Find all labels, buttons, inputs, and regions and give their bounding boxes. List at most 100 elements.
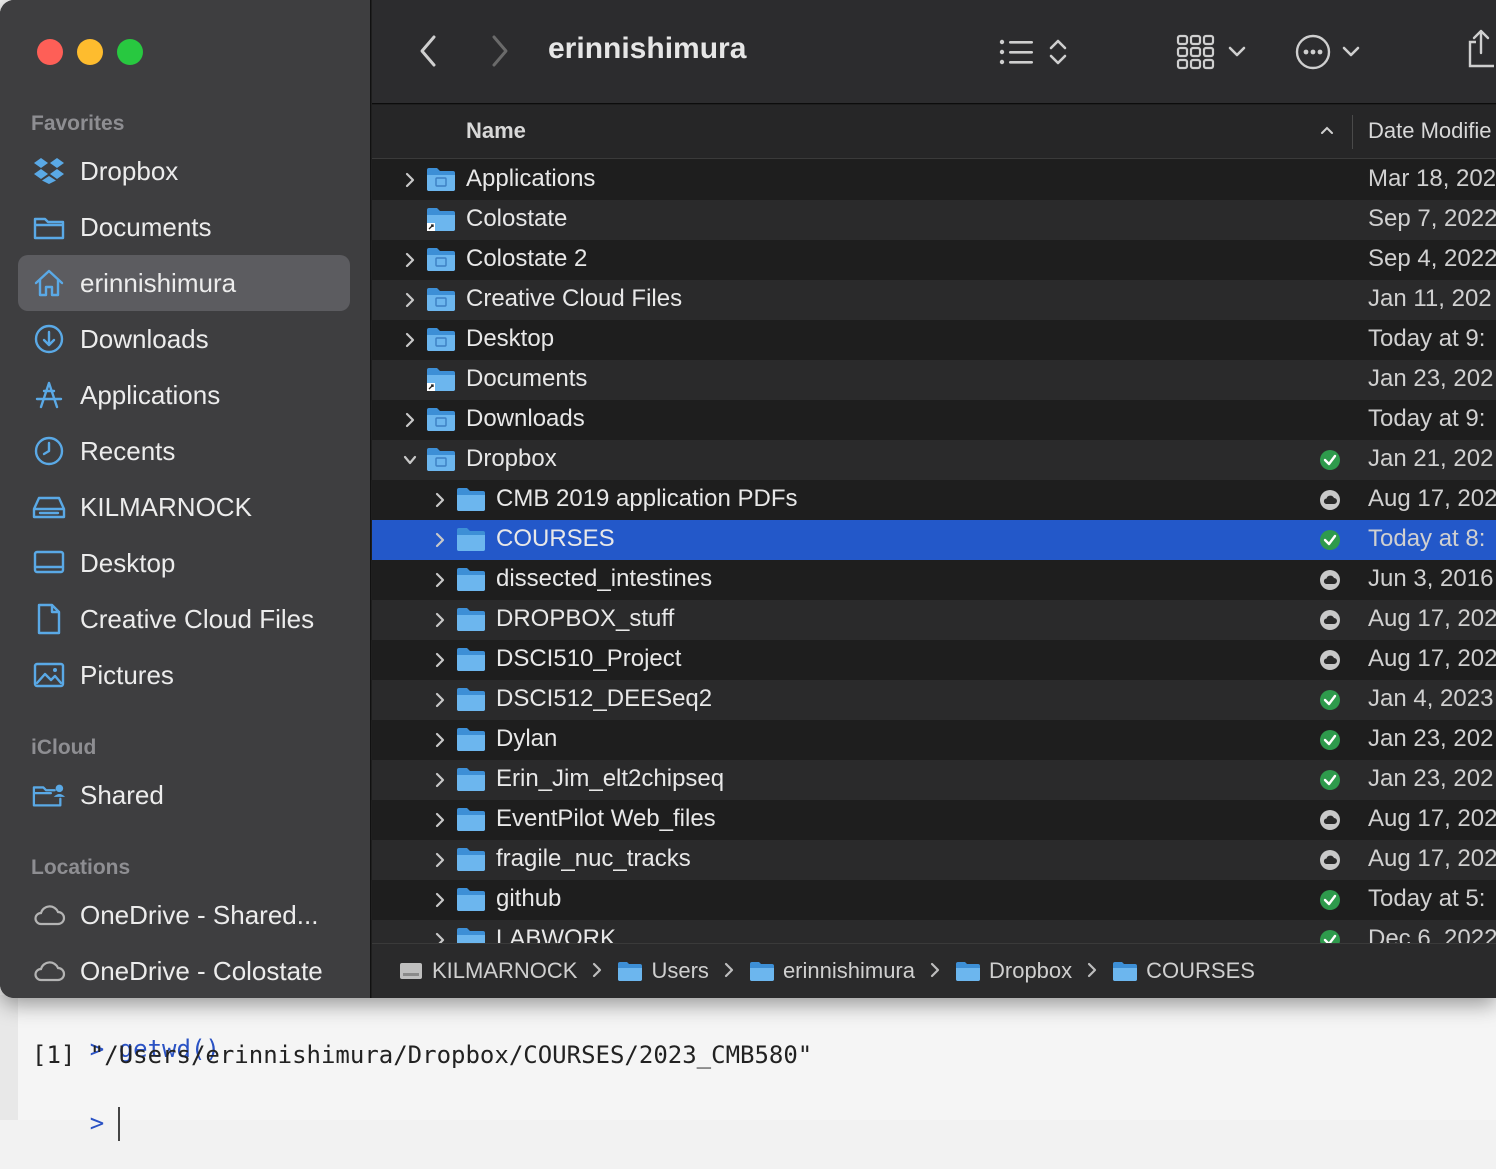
- sidebar-item-downloads[interactable]: Downloads: [18, 311, 350, 367]
- table-row[interactable]: EventPilot Web_files Aug 17, 202: [372, 800, 1496, 840]
- chevron-down-icon[interactable]: [402, 452, 418, 468]
- chevron-right-icon[interactable]: [402, 292, 418, 308]
- zoom-button[interactable]: [117, 39, 143, 65]
- folder-icon: [426, 286, 456, 312]
- table-row[interactable]: LABWORK Dec 6, 2022: [372, 920, 1496, 943]
- chevron-right-icon[interactable]: [432, 532, 448, 548]
- file-name: github: [496, 885, 562, 912]
- name-column-header[interactable]: Name: [466, 118, 526, 144]
- sidebar-item-creative-cloud-files[interactable]: Creative Cloud Files: [18, 591, 350, 647]
- table-row[interactable]: Creative Cloud Files Jan 11, 202: [372, 280, 1496, 320]
- table-row[interactable]: Applications Mar 18, 202: [372, 160, 1496, 200]
- path-item-courses[interactable]: COURSES: [1112, 958, 1255, 984]
- table-row[interactable]: fragile_nuc_tracks Aug 17, 202: [372, 840, 1496, 880]
- pictures-icon: [32, 658, 66, 692]
- chevron-right-icon[interactable]: [432, 772, 448, 788]
- path-separator-icon: [927, 958, 943, 984]
- chevron-right-icon[interactable]: [432, 852, 448, 868]
- sidebar-item-documents[interactable]: Documents: [18, 199, 350, 255]
- path-item-dropbox[interactable]: Dropbox: [955, 958, 1072, 984]
- date-modified: Aug 17, 202: [1368, 605, 1496, 632]
- path-item-label: KILMARNOCK: [432, 958, 578, 983]
- chevron-right-icon[interactable]: [432, 732, 448, 748]
- table-row[interactable]: dissected_intestines Jun 3, 2016: [372, 560, 1496, 600]
- action-menu-button[interactable]: [1294, 32, 1362, 72]
- file-name: COURSES: [496, 525, 615, 552]
- chevron-left-icon[interactable]: [414, 32, 444, 70]
- date-modified: Today at 8:: [1368, 525, 1486, 552]
- path-item-label: Users: [651, 958, 709, 983]
- chevron-right-icon[interactable]: [402, 412, 418, 428]
- date-modified: Jun 3, 2016: [1368, 565, 1494, 592]
- folder-icon: [32, 210, 66, 244]
- folder-icon: [456, 526, 486, 552]
- chevron-right-icon[interactable]: [432, 652, 448, 668]
- favorites-section-label: Favorites: [31, 112, 125, 135]
- column-header: Name Date Modifie: [372, 105, 1496, 159]
- group-button[interactable]: [1176, 32, 1248, 72]
- sidebar-item-label: OneDrive - Shared...: [80, 899, 319, 930]
- date-modified-column-header[interactable]: Date Modifie: [1368, 118, 1492, 144]
- r-console[interactable]: > getwd() [1] "/Users/erinnishimura/Drop…: [0, 995, 1496, 1141]
- file-name: Desktop: [466, 325, 555, 352]
- chevron-right-icon[interactable]: [432, 692, 448, 708]
- chevron-right-icon[interactable]: [432, 492, 448, 508]
- folder-icon: [1112, 960, 1138, 982]
- close-button[interactable]: [37, 39, 63, 65]
- chevron-right-icon[interactable]: [402, 332, 418, 348]
- sidebar-item-onedrive-shared[interactable]: OneDrive - Shared...: [18, 887, 350, 943]
- table-row[interactable]: COURSES Today at 8:: [372, 520, 1496, 560]
- table-row[interactable]: Colostate 2 Sep 4, 2022: [372, 240, 1496, 280]
- list-view-icon: [999, 39, 1033, 65]
- table-row[interactable]: Dylan Jan 23, 202: [372, 720, 1496, 760]
- table-row[interactable]: Downloads Today at 9:: [372, 400, 1496, 440]
- table-row[interactable]: Documents Jan 23, 202: [372, 360, 1496, 400]
- chevron-right-icon[interactable]: [432, 612, 448, 628]
- sidebar-item-desktop[interactable]: Desktop: [18, 535, 350, 591]
- table-row[interactable]: CMB 2019 application PDFs Aug 17, 202: [372, 480, 1496, 520]
- table-row[interactable]: Colostate Sep 7, 2022: [372, 200, 1496, 240]
- sidebar-item-pictures[interactable]: Pictures: [18, 647, 350, 703]
- view-options-button[interactable]: [998, 32, 1070, 72]
- table-row[interactable]: DSCI510_Project Aug 17, 202: [372, 640, 1496, 680]
- share-icon: [1468, 29, 1494, 68]
- sidebar-item-erinnishimura[interactable]: erinnishimura: [18, 255, 350, 311]
- sidebar-item-label: Recents: [80, 435, 176, 466]
- file-name: DSCI512_DEESeq2: [496, 685, 713, 712]
- table-row[interactable]: Dropbox Jan 21, 202: [372, 440, 1496, 480]
- console-input-line[interactable]: >: [32, 1079, 121, 1169]
- chevron-right-icon[interactable]: [484, 32, 514, 70]
- chevron-right-icon[interactable]: [402, 172, 418, 188]
- path-separator-icon: [589, 958, 605, 984]
- table-row[interactable]: github Today at 5:: [372, 880, 1496, 920]
- chevron-right-icon[interactable]: [432, 812, 448, 828]
- sidebar-item-kilmarnock[interactable]: KILMARNOCK: [18, 479, 350, 535]
- table-row[interactable]: Erin_Jim_elt2chipseq Jan 23, 202: [372, 760, 1496, 800]
- table-row[interactable]: DSCI512_DEESeq2 Jan 4, 2023: [372, 680, 1496, 720]
- sidebar-item-onedrive-colostate[interactable]: OneDrive - Colostate: [18, 943, 350, 998]
- path-item-users[interactable]: Users: [617, 958, 709, 984]
- column-divider[interactable]: [1352, 115, 1353, 149]
- sidebar-item-applications[interactable]: Applications: [18, 367, 350, 423]
- sidebar-item-shared[interactable]: Shared: [18, 767, 350, 823]
- minimize-button[interactable]: [77, 39, 103, 65]
- chevron-right-icon[interactable]: [432, 932, 448, 943]
- document-icon: [32, 602, 66, 636]
- sidebar-item-dropbox[interactable]: Dropbox: [18, 143, 350, 199]
- chevron-right-icon[interactable]: [432, 892, 448, 908]
- sort-ascending-icon[interactable]: [1320, 125, 1334, 135]
- sidebar-item-recents[interactable]: Recents: [18, 423, 350, 479]
- table-row[interactable]: Desktop Today at 9:: [372, 320, 1496, 360]
- share-button[interactable]: [1466, 28, 1496, 68]
- sidebar-item-label: Pictures: [80, 659, 174, 690]
- date-modified: Sep 4, 2022: [1368, 245, 1496, 272]
- chevron-right-icon[interactable]: [432, 572, 448, 588]
- table-row[interactable]: DROPBOX_stuff Aug 17, 202: [372, 600, 1496, 640]
- cloud-only-icon: [1320, 490, 1340, 510]
- path-item-kilmarnock[interactable]: KILMARNOCK: [398, 958, 577, 984]
- chevron-right-icon[interactable]: [402, 252, 418, 268]
- path-item-erinnishimura[interactable]: erinnishimura: [749, 958, 915, 984]
- toolbar: erinnishimura: [372, 0, 1496, 104]
- folder-icon: [426, 246, 456, 272]
- date-modified: Jan 23, 202: [1368, 365, 1494, 392]
